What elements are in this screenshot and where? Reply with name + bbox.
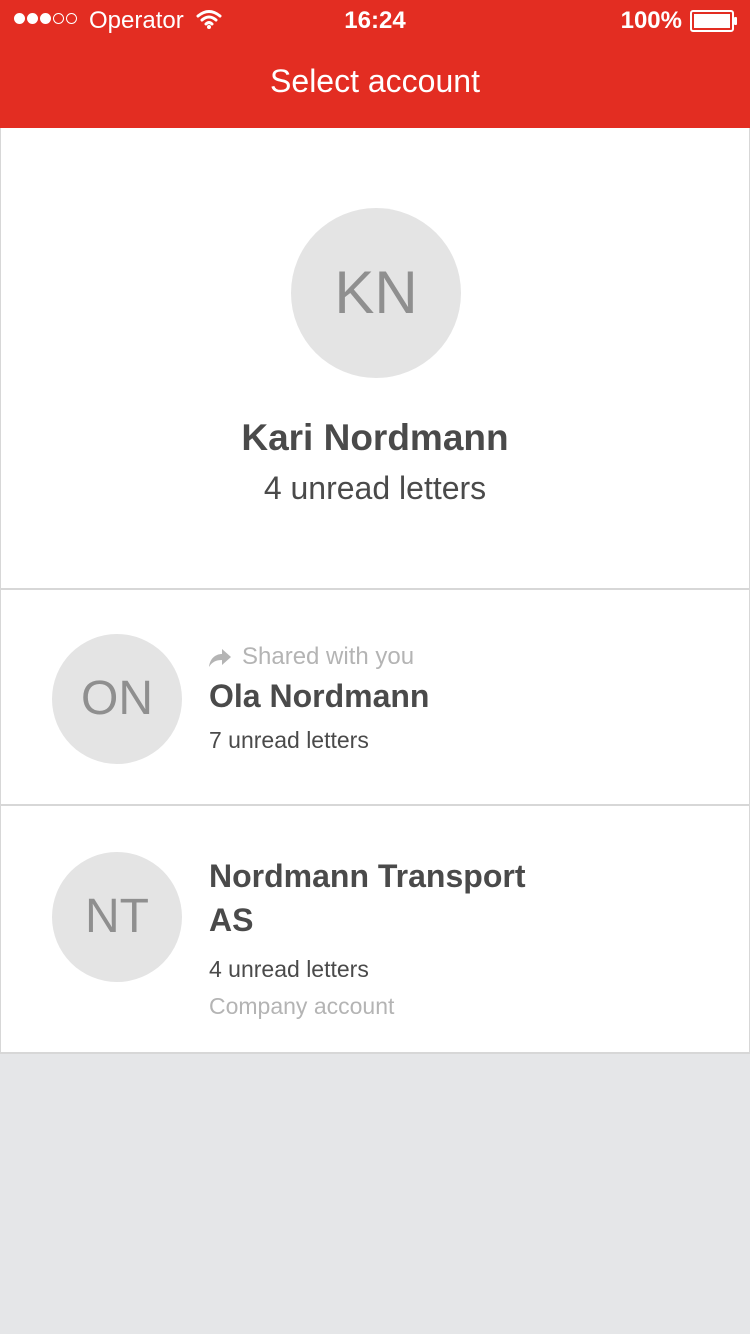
account-card-ola-nordmann[interactable]: ON Shared with you Ola Nordmann 7 unread… [0,590,750,806]
account-name: Ola Nordmann [209,678,430,714]
avatar: KN [291,208,461,378]
unread-count: 4 unread letters [263,470,487,506]
app-header: Operator 16:24 100% Select account [0,0,750,128]
avatar: ON [52,634,182,764]
account-name: Nordmann Transport AS [209,858,526,938]
unread-count: 4 unread letters [209,956,369,982]
account-card-kari-nordmann[interactable]: KN Kari Nordmann 4 unread letters [0,128,750,590]
account-type: Company account [209,993,395,1019]
account-name: Kari Nordmann [241,417,509,458]
status-bar: Operator 16:24 100% [0,0,750,40]
shared-indicator: Shared with you [208,640,414,674]
page-title: Select account [270,63,480,99]
unread-count: 7 unread letters [209,727,369,753]
share-arrow-icon [209,649,231,667]
battery-icon [690,10,737,32]
shared-label: Shared with you [242,643,415,670]
avatar: NT [52,852,182,982]
account-card-nordmann-transport[interactable]: NT Nordmann Transport AS 4 unread letter… [0,806,750,1054]
battery-percent: 100% [620,7,682,34]
